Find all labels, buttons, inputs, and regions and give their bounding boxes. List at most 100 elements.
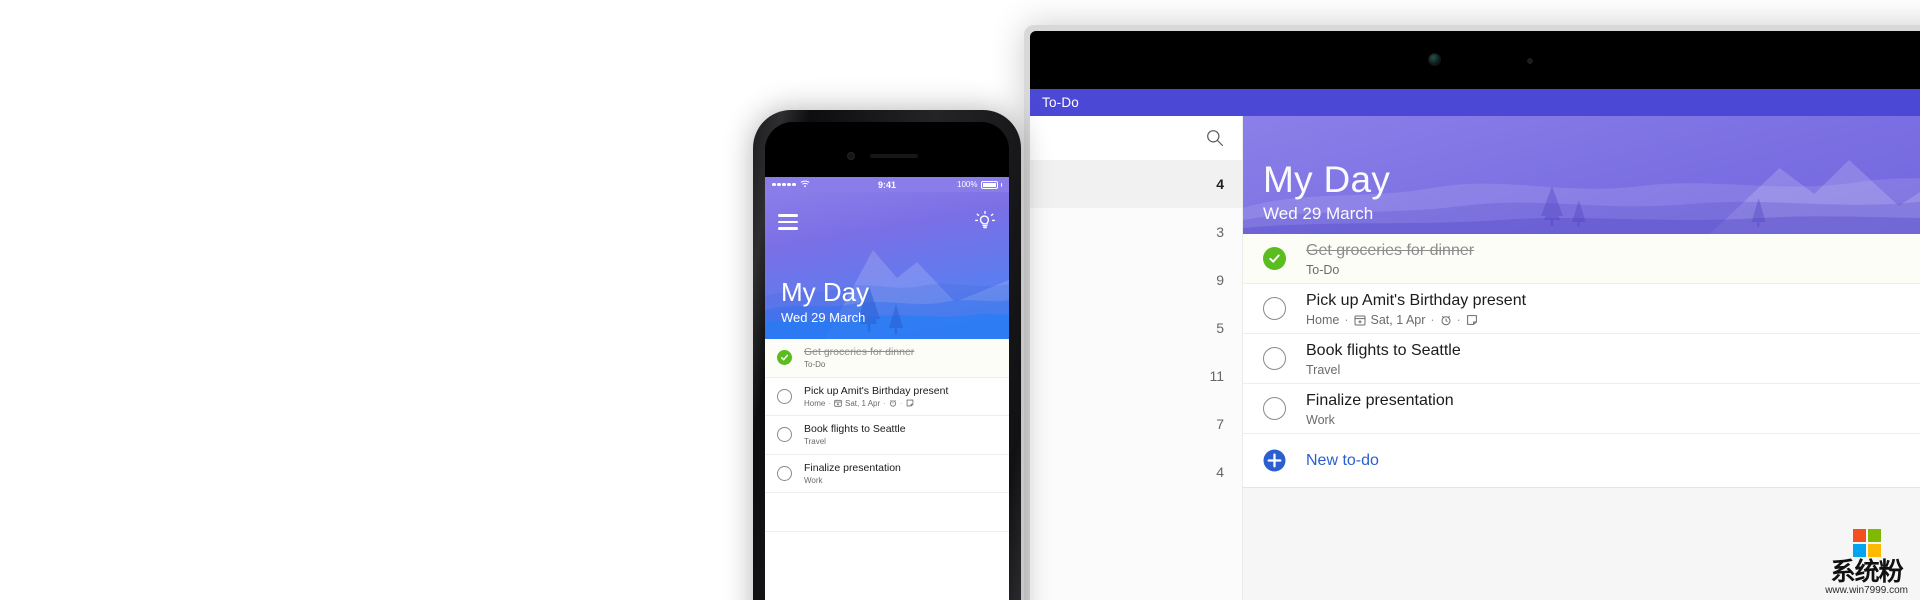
checkbox-unchecked-icon[interactable]: [777, 465, 792, 481]
list-item[interactable]: Get groceries for dinner To-Do: [765, 339, 1009, 378]
sidebar-count-0: 4: [1216, 176, 1224, 192]
sidebar-count-5: 7: [1216, 416, 1224, 432]
content-footer: [1243, 488, 1920, 600]
phone-status-bar: 9:41 100%: [765, 177, 1009, 192]
lightbulb-icon[interactable]: [974, 210, 996, 232]
task-meta: Travel: [804, 437, 906, 446]
my-day-hero-banner: My Day Wed 29 March: [1243, 116, 1920, 234]
logo-square-yellow: [1867, 544, 1881, 557]
task-title: Finalize presentation: [1306, 391, 1454, 409]
task-text-block: Finalize presentation Work: [1306, 391, 1454, 427]
sidebar-item-6[interactable]: 4: [1030, 448, 1242, 496]
sidebar-item-2[interactable]: 9: [1030, 256, 1242, 304]
battery-full-icon: [980, 180, 998, 189]
page-subtitle: Wed 29 March: [1263, 204, 1374, 223]
task-meta: To-Do: [804, 360, 914, 369]
sidebar-count-3: 5: [1216, 320, 1224, 336]
app-title: To-Do: [1042, 95, 1080, 110]
table-row[interactable]: Finalize presentation Work: [1243, 384, 1920, 434]
phone-task-text: Finalize presentation Work: [804, 462, 901, 485]
phone-top-bezel: [765, 122, 1009, 177]
phone-task-text: Pick up Amit's Birthday present Home · S…: [804, 385, 948, 408]
logo-square-blue: [1852, 544, 1866, 557]
screenshot-canvas: To-Do 4 3 9 5 11 7 4 My Day Wed 29 March…: [0, 0, 1920, 600]
task-text-block: Pick up Amit's Birthday present Home · S…: [1306, 291, 1526, 327]
page-title: My Day: [1263, 159, 1391, 200]
sidebar-count-1: 3: [1216, 224, 1224, 240]
sidebar-item-3[interactable]: 5: [1030, 304, 1242, 352]
logo-square-green: [1867, 529, 1881, 542]
app-titlebar: To-Do: [1030, 89, 1920, 116]
sidebar-search-row[interactable]: [1030, 116, 1242, 160]
list-item[interactable]: Book flights to Seattle Travel: [765, 416, 1009, 455]
task-list-name: To-Do: [804, 360, 826, 370]
task-list-name: Travel: [1306, 362, 1341, 377]
meta-separator: ·: [1456, 312, 1461, 327]
battery-tip-icon: [1000, 182, 1002, 187]
checkbox-unchecked-icon[interactable]: [777, 388, 792, 404]
sidebar-item-4[interactable]: 11: [1030, 352, 1242, 400]
sidebar-item-5[interactable]: 7: [1030, 400, 1242, 448]
task-title: Get groceries for dinner: [804, 346, 915, 359]
sidebar-count-4: 11: [1209, 368, 1224, 384]
front-camera-icon: [847, 152, 855, 160]
checkbox-unchecked-icon[interactable]: [1263, 397, 1286, 420]
meta-separator: ·: [828, 398, 832, 408]
task-meta: To-Do: [1306, 263, 1474, 277]
hero-text-block: My Day Wed 29 March: [1263, 161, 1390, 224]
sidebar: 4 3 9 5 11 7 4: [1030, 116, 1243, 600]
checkbox-unchecked-icon[interactable]: [777, 427, 792, 443]
table-row[interactable]: Pick up Amit's Birthday present Home · S…: [1243, 284, 1920, 334]
sidebar-item-0[interactable]: 4: [1030, 160, 1242, 208]
meta-separator: ·: [1430, 312, 1435, 327]
task-meta: Home · Sat, 1 Apr · ·: [1306, 313, 1526, 327]
list-item[interactable]: Pick up Amit's Birthday present Home · S…: [765, 377, 1009, 416]
battery-percent: 100%: [957, 180, 978, 189]
task-text-block: Get groceries for dinner To-Do: [1306, 241, 1474, 277]
task-meta: Home · Sat, 1 Apr · ·: [804, 399, 948, 408]
microsoft-logo-icon: [1852, 529, 1881, 557]
todo-app-window: To-Do 4 3 9 5 11 7 4 My Day Wed 29 March…: [1030, 89, 1920, 600]
list-item[interactable]: Finalize presentation Work: [765, 454, 1009, 493]
webcam-indicator-icon: [1527, 58, 1533, 64]
table-row[interactable]: Get groceries for dinner To-Do: [1243, 234, 1920, 284]
task-list-name: Travel: [804, 437, 826, 447]
task-list-name: Home: [804, 398, 826, 408]
table-row[interactable]: Book flights to Seattle Travel: [1243, 334, 1920, 384]
task-list-name: To-Do: [1306, 262, 1340, 277]
list-item[interactable]: [765, 493, 1009, 532]
task-due-date: Sat, 1 Apr: [845, 398, 881, 408]
hamburger-menu-icon[interactable]: [778, 214, 798, 234]
calendar-icon: [1354, 314, 1366, 326]
phone-bezel: 9:41 100% My Day Wed 29 March Get grocer…: [765, 122, 1009, 600]
task-meta: Work: [804, 476, 901, 485]
watermark-url: www.win7999.com: [1825, 585, 1908, 596]
task-title: Pick up Amit's Birthday present: [1306, 291, 1527, 309]
sidebar-count-6: 4: [1216, 464, 1224, 480]
note-icon: [1466, 314, 1478, 326]
app-body: 4 3 9 5 11 7 4 My Day Wed 29 March Get g…: [1030, 116, 1920, 600]
task-title: Book flights to Seattle: [1306, 341, 1461, 359]
watermark-brand: 系统粉: [1830, 557, 1904, 586]
checkbox-unchecked-icon[interactable]: [1263, 347, 1286, 370]
phone-task-text: Get groceries for dinner To-Do: [804, 346, 914, 369]
sidebar-count-2: 9: [1216, 272, 1224, 288]
calendar-icon: [834, 399, 842, 407]
checkbox-checked-icon[interactable]: [777, 350, 792, 366]
phone-my-day-hero: My Day Wed 29 March: [765, 192, 1009, 339]
checkbox-unchecked-icon[interactable]: [1263, 297, 1286, 320]
task-title: Pick up Amit's Birthday present: [804, 384, 949, 397]
plus-circle-icon[interactable]: [1263, 449, 1286, 472]
laptop-bezel: To-Do 4 3 9 5 11 7 4 My Day Wed 29 March…: [1030, 31, 1920, 600]
task-title: Get groceries for dinner: [1306, 241, 1475, 259]
search-icon[interactable]: [1205, 128, 1225, 148]
status-battery-group: 100%: [957, 180, 1002, 189]
new-todo-label: New to-do: [1306, 451, 1379, 469]
phone-hero-text-block: My Day Wed 29 March: [781, 279, 869, 325]
task-meta: Work: [1306, 413, 1454, 427]
alarm-icon: [889, 399, 897, 407]
sidebar-item-1[interactable]: 3: [1030, 208, 1242, 256]
checkbox-checked-icon[interactable]: [1263, 247, 1286, 270]
new-todo-button[interactable]: New to-do: [1243, 434, 1920, 488]
webcam-icon: [1428, 53, 1441, 66]
